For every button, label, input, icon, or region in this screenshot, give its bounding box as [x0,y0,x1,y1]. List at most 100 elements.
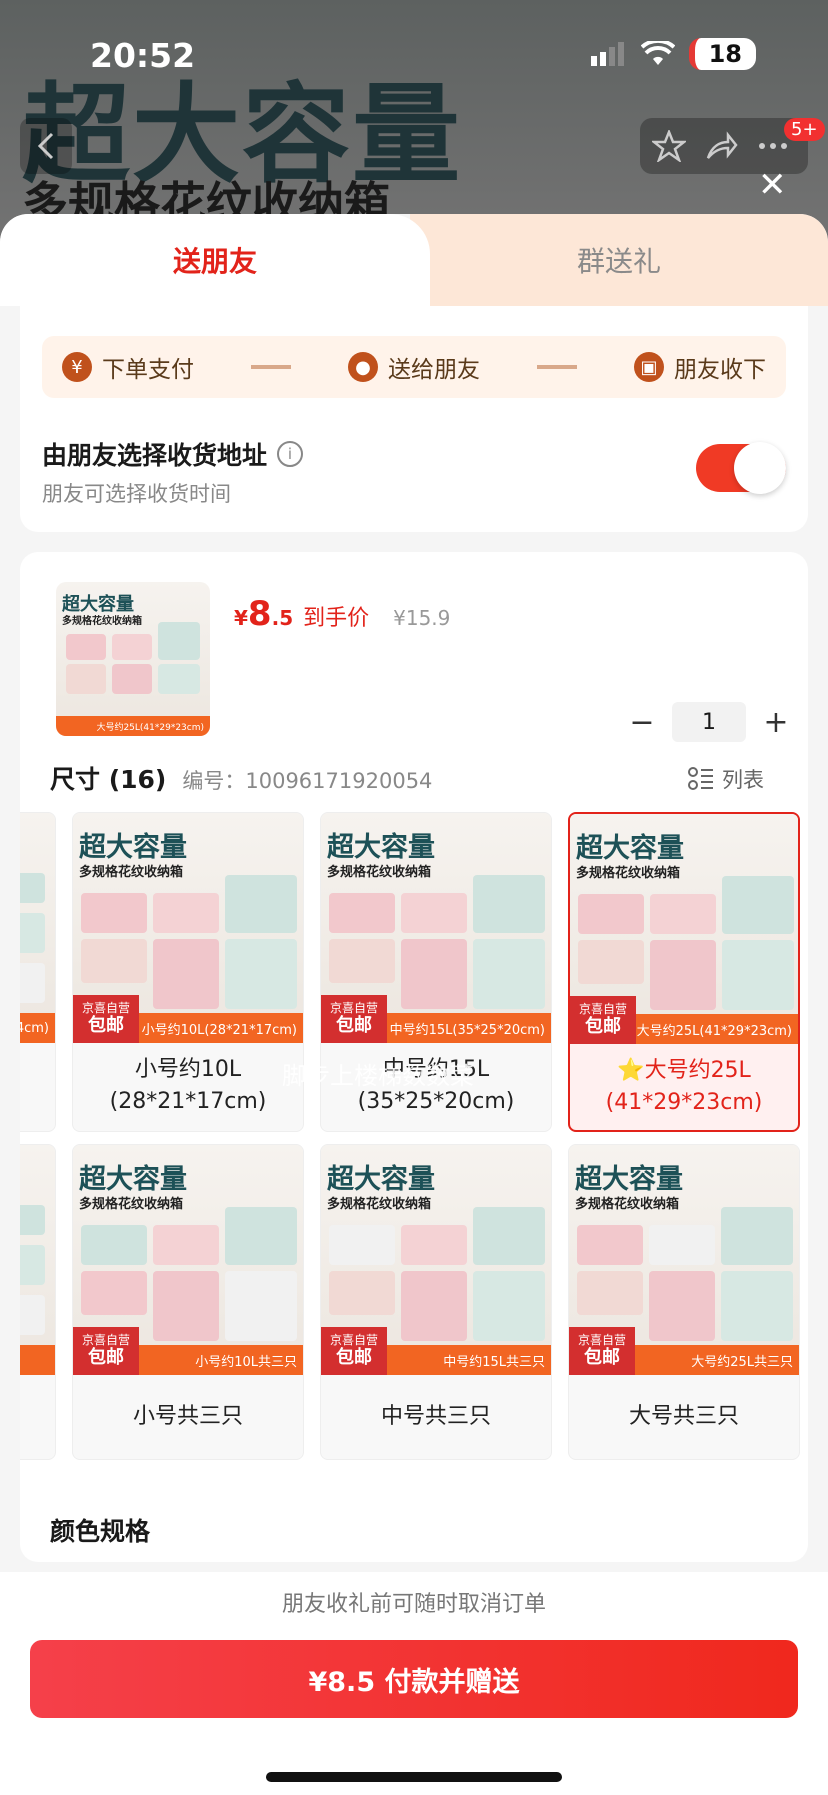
gift-steps: ¥ 下单支付 ● 送给朋友 ▣ 朋友收下 [42,336,786,398]
address-option-title: 由朋友选择收货地址 i [42,436,304,472]
variant-img-title: 超大容量 [79,832,187,863]
list-view-button[interactable]: 列表 [688,764,764,794]
plus-button[interactable]: + [758,705,794,740]
quantity-stepper: − 1 + [624,702,794,742]
more-icon[interactable] [758,142,788,150]
logo-bottom: 包邮 [88,1015,124,1036]
list-label: 列表 [722,768,764,792]
tab-group-gift[interactable]: 群送礼 [410,214,828,306]
logo-bottom: 包邮 [336,1347,372,1368]
variant-img-title: 超大容量 [79,1164,187,1195]
step-receive: ▣ 朋友收下 [634,350,766,384]
variant-image: 超大容量 多规格花纹收纳箱 大号约25L共三只 京喜自营 包邮 [569,1145,799,1375]
price-tag: 到手价 [303,606,370,631]
store-logo: 京喜自营 包邮 [569,1327,635,1375]
variant-label: 小号约10L (28*21*17cm) [109,1057,267,1114]
size-option-partial[interactable]: 4cm) [20,812,56,1132]
thumb-subtitle: 多规格花纹收纳箱 [62,616,142,627]
arrow-icon [251,365,291,369]
step-send: ● 送给朋友 [348,350,480,384]
size-option-small[interactable]: 超大容量 多规格花纹收纳箱 小号约10L(28*21*17cm) 京喜自营 包邮 … [72,812,304,1132]
product-thumbnail: 超大容量 多规格花纹收纳箱 大号约25L(41*29*23cm) [56,582,210,736]
star-icon[interactable] [652,130,686,162]
arrow-icon [537,365,577,369]
product-card: 超大容量 多规格花纹收纳箱 大号约25L(41*29*23cm) ¥8.5 到手… [20,552,808,1562]
variant-img-title: 超大容量 [576,833,684,864]
tab-send-friend[interactable]: 送朋友 [0,214,430,306]
original-price: ¥15.9 [393,606,451,630]
info-icon[interactable]: i [277,441,304,467]
back-button[interactable] [20,118,72,174]
logo-bottom: 包邮 [584,1347,620,1368]
list-icon [688,767,713,790]
wifi-icon [640,41,675,65]
store-logo: 京喜自营 包邮 [321,995,387,1043]
size-header: 尺寸 (16) 编号：10096171920054 [50,760,432,796]
store-logo: 京喜自营 包邮 [73,995,139,1043]
variant-band: 4cm) [20,1013,55,1043]
size-option-large[interactable]: 超大容量 多规格花纹收纳箱 大号约25L(41*29*23cm) 京喜自营 包邮 … [568,812,800,1132]
variant-img-subtitle: 多规格花纹收纳箱 [79,865,184,880]
store-logo: 京喜自营 包邮 [73,1327,139,1375]
size-option-partial[interactable] [20,1144,56,1460]
address-option-subtitle: 朋友可选择收货时间 [42,482,231,506]
variant-img-title: 超大容量 [575,1164,683,1195]
variant-img-title: 超大容量 [327,1164,435,1195]
step-label: 朋友收下 [674,357,766,383]
variant-label: 中号共三只 [380,1404,491,1429]
variant-image: 超大容量 多规格花纹收纳箱 中号约15L(35*25*20cm) 京喜自营 包邮 [321,813,551,1043]
size-option-medium-set[interactable]: 超大容量 多规格花纹收纳箱 中号约15L共三只 京喜自营 包邮 中号共三只 [320,1144,552,1460]
footer: 朋友收礼前可随时取消订单 ¥8.5 付款并赠送 [0,1572,828,1795]
variant-label [20,1043,55,1129]
logo-top: 京喜自营 [81,1001,130,1015]
quantity-value[interactable]: 1 [672,702,746,742]
signal-icon [590,42,624,66]
size-title: 尺寸 (16) [50,765,167,794]
address-toggle[interactable] [696,442,786,494]
step-label: 送给朋友 [388,357,480,383]
logo-top: 京喜自营 [329,1001,378,1015]
variant-image: 超大容量 多规格花纹收纳箱 中号约15L共三只 京喜自营 包邮 [321,1145,551,1375]
battery-indicator: 18 [688,38,756,70]
gift-sheet: 群送礼 送朋友 ¥ 下单支付 ● 送给朋友 ▣ 朋友收下 由朋友选择收货地址 i… [0,214,828,1795]
toggle-knob [734,442,786,494]
home-indicator [266,1772,562,1782]
status-icons: 18 [590,38,756,70]
variant-img-subtitle: 多规格花纹收纳箱 [576,866,681,881]
logo-top: 京喜自营 [577,1333,626,1347]
variant-img-subtitle: 多规格花纹收纳箱 [575,1197,680,1212]
price-dec: .5 [271,606,294,630]
logo-bottom: 包邮 [585,1016,621,1037]
color-spec-title: 颜色规格 [50,1517,151,1546]
product-code: 编号：10096171920054 [182,765,432,795]
message-badge: 5+ [784,118,825,141]
price-row: ¥8.5 到手价 ¥15.9 [234,594,450,634]
variant-img-subtitle: 多规格花纹收纳箱 [327,1197,432,1212]
size-row-2: 超大容量 多规格花纹收纳箱 小号约10L共三只 京喜自营 包邮 小号共三只 超大容… [20,1144,800,1460]
share-icon[interactable] [704,130,738,162]
logo-top: 京喜自营 [329,1333,378,1347]
variant-img-subtitle: 多规格花纹收纳箱 [79,1197,184,1212]
logo-bottom: 包邮 [336,1015,372,1036]
price-int: 8 [247,594,272,634]
minus-button[interactable]: − [624,705,660,740]
gift-icon: ▣ [634,352,664,382]
variant-label [20,1375,55,1459]
thumb-band: 大号约25L(41*29*23cm) [56,716,210,736]
gift-flow-card: ¥ 下单支付 ● 送给朋友 ▣ 朋友收下 由朋友选择收货地址 i 朋友可选择收货… [20,306,808,532]
size-option-small-set[interactable]: 超大容量 多规格花纹收纳箱 小号约10L共三只 京喜自营 包邮 小号共三只 [72,1144,304,1460]
variant-image: 超大容量 多规格花纹收纳箱 大号约25L(41*29*23cm) 京喜自营 包邮 [570,814,798,1044]
step-label: 下单支付 [102,357,194,383]
pay-and-gift-button[interactable]: ¥8.5 付款并赠送 [30,1640,798,1718]
code-label: 编号： [182,769,246,793]
price-symbol: ¥ [234,606,248,630]
price: ¥8.5 [234,594,293,634]
close-icon[interactable]: ✕ [758,165,787,205]
code-value: 10096171920054 [245,769,433,793]
variant-image: 超大容量 多规格花纹收纳箱 小号约10L(28*21*17cm) 京喜自营 包邮 [73,813,303,1043]
size-option-large-set[interactable]: 超大容量 多规格花纹收纳箱 大号约25L共三只 京喜自营 包邮 大号共三只 [568,1144,800,1460]
logo-top: 京喜自营 [578,1002,627,1016]
logo-top: 京喜自营 [81,1333,130,1347]
variant-img-subtitle: 多规格花纹收纳箱 [327,865,432,880]
variant-band [20,1345,55,1375]
